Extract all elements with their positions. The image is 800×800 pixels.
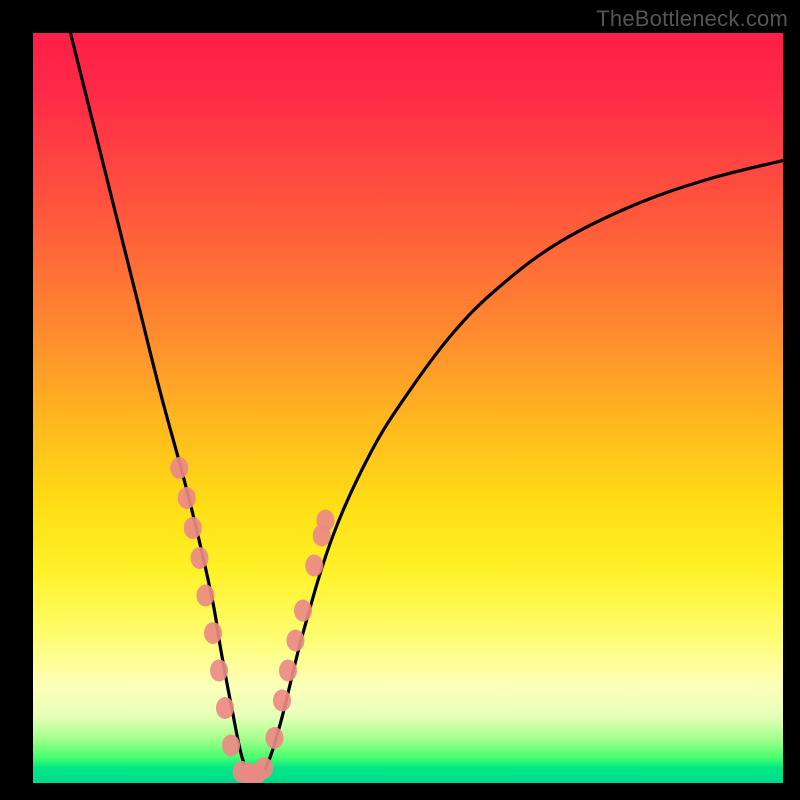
- watermark-text: TheBottleneck.com: [596, 6, 788, 32]
- marker-dot: [210, 660, 228, 682]
- marker-dot: [170, 457, 188, 479]
- chart-svg: [33, 33, 783, 783]
- marker-dot: [317, 510, 335, 532]
- marker-dot: [294, 600, 312, 622]
- marker-dot: [279, 660, 297, 682]
- marker-dot: [191, 547, 209, 569]
- marker-dot: [178, 487, 196, 509]
- marker-dot: [184, 517, 202, 539]
- marker-dot: [222, 735, 240, 757]
- marker-dot: [204, 622, 222, 644]
- marker-dot: [305, 555, 323, 577]
- bottleneck-curve: [71, 33, 784, 776]
- marker-dot: [266, 727, 284, 749]
- marker-dot: [216, 697, 234, 719]
- highlighted-points: [170, 457, 334, 783]
- marker-dot: [197, 585, 215, 607]
- marker-dot: [255, 757, 273, 779]
- chart-frame: TheBottleneck.com: [0, 0, 800, 800]
- plot-area: [33, 33, 783, 783]
- marker-dot: [273, 690, 291, 712]
- marker-dot: [287, 630, 305, 652]
